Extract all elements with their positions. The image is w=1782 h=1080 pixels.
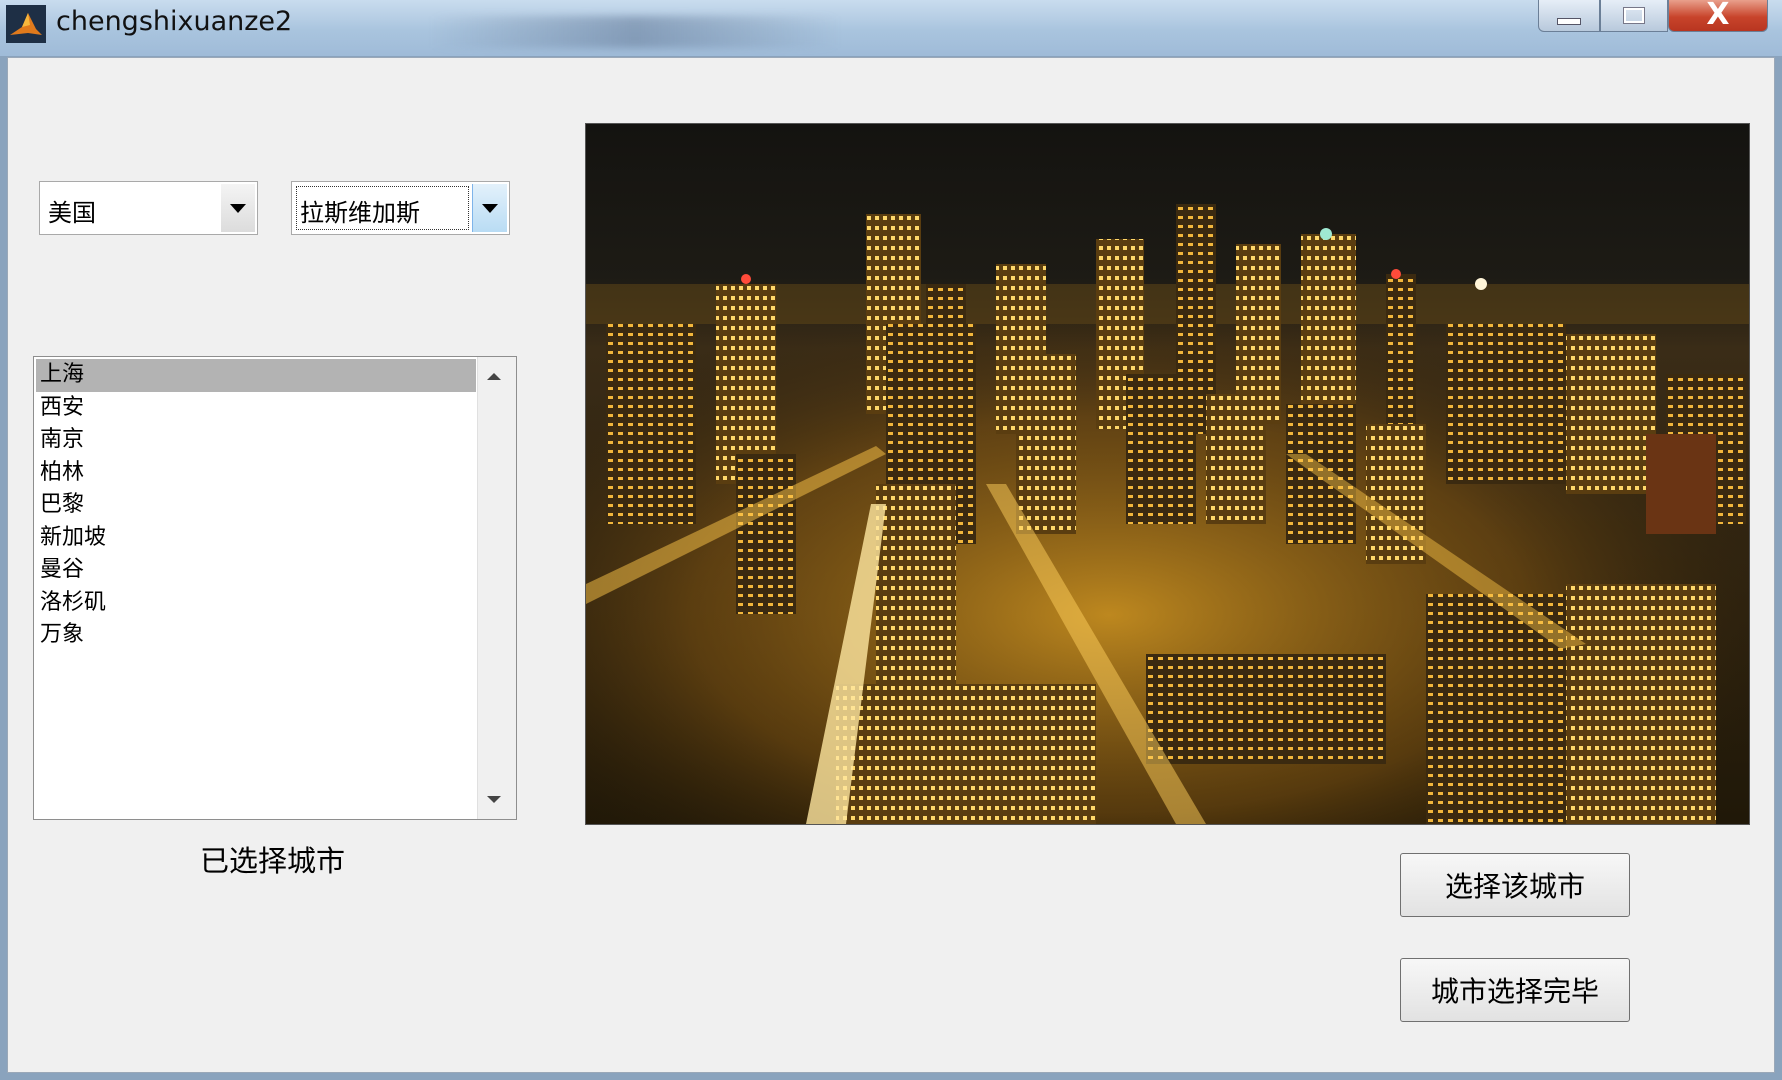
city-dropdown-value: 拉斯维加斯	[300, 199, 420, 227]
city-listbox[interactable]: 上海 西安 南京 柏林 巴黎 新加坡 曼谷 洛杉矶 万象	[33, 356, 517, 820]
matlab-icon	[6, 5, 46, 43]
title-bar: chengshixuanze2 X	[0, 0, 1782, 56]
list-item[interactable]: 新加坡	[36, 522, 476, 555]
close-button[interactable]: X	[1668, 0, 1768, 32]
select-city-button[interactable]: 选择该城市	[1400, 853, 1630, 917]
close-icon: X	[1706, 0, 1730, 32]
chevron-down-icon	[482, 203, 498, 213]
list-item[interactable]: 洛杉矶	[36, 587, 476, 620]
listbox-scrollbar[interactable]	[477, 357, 516, 819]
city-dropdown[interactable]: 拉斯维加斯	[291, 181, 510, 235]
scroll-up-icon[interactable]	[487, 373, 501, 380]
list-item[interactable]: 万象	[36, 619, 476, 652]
country-dropdown-value: 美国	[48, 199, 96, 227]
maximize-button[interactable]	[1600, 0, 1668, 32]
list-item[interactable]: 曼谷	[36, 554, 476, 587]
city-selection-done-button[interactable]: 城市选择完毕	[1400, 958, 1630, 1022]
city-dropdown-arrow[interactable]	[472, 184, 507, 232]
maximize-icon	[1623, 7, 1645, 24]
list-item[interactable]: 上海	[36, 359, 476, 392]
country-dropdown[interactable]: 美国	[39, 181, 258, 235]
minimize-icon	[1557, 18, 1581, 25]
selected-cities-label: 已选择城市	[200, 844, 346, 878]
window-title: chengshixuanze2	[56, 6, 293, 37]
list-item[interactable]: 西安	[36, 392, 476, 425]
list-item[interactable]: 巴黎	[36, 489, 476, 522]
scroll-down-icon[interactable]	[487, 796, 501, 803]
list-item[interactable]: 南京	[36, 424, 476, 457]
city-photo	[585, 123, 1750, 825]
blurred-caption	[430, 16, 840, 48]
city-list: 上海 西安 南京 柏林 巴黎 新加坡 曼谷 洛杉矶 万象	[36, 359, 476, 652]
city-night-skyline-image	[586, 124, 1749, 824]
minimize-button[interactable]	[1538, 0, 1600, 32]
list-item[interactable]: 柏林	[36, 457, 476, 490]
country-dropdown-arrow[interactable]	[221, 184, 255, 232]
chevron-down-icon	[230, 203, 246, 213]
